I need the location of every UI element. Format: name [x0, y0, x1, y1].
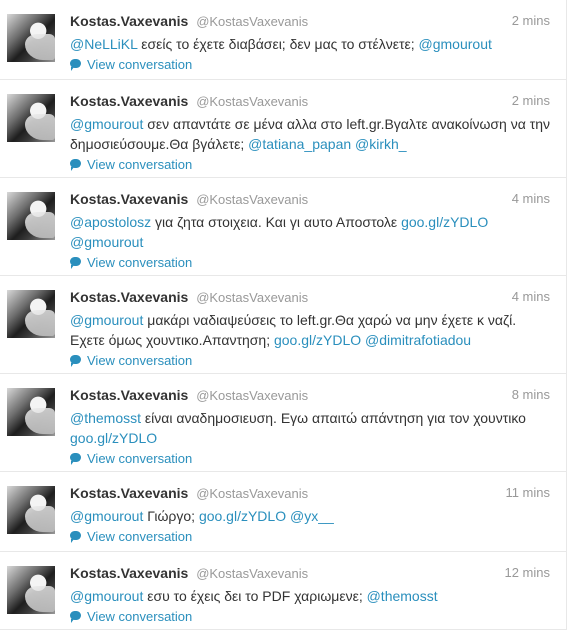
view-conversation-label[interactable]: View conversation [87, 609, 192, 624]
url-link[interactable]: goo.gl/zYDLO [274, 332, 361, 348]
avatar[interactable] [7, 14, 55, 62]
tweet-text: @gmourout εσυ το έχεις δει το PDF χαριωμ… [70, 586, 550, 606]
tweet-item[interactable]: Kostas.Vaxevanis @KostasVaxevanis 8 mins… [0, 374, 566, 472]
url-link[interactable]: goo.gl/zYDLO [199, 508, 286, 524]
view-conversation-link[interactable]: View conversation [70, 448, 550, 468]
avatar[interactable] [7, 290, 55, 338]
avatar[interactable] [7, 566, 55, 614]
tweet-header: Kostas.Vaxevanis @KostasVaxevanis 8 mins [70, 386, 550, 404]
tweet-item[interactable]: Kostas.Vaxevanis @KostasVaxevanis 4 mins… [0, 276, 566, 374]
author-username[interactable]: @KostasVaxevanis [196, 290, 308, 305]
author-username[interactable]: @KostasVaxevanis [196, 14, 308, 29]
tweet-item[interactable]: Kostas.Vaxevanis @KostasVaxevanis 2 mins… [0, 0, 566, 80]
avatar[interactable] [7, 486, 55, 534]
view-conversation-link[interactable]: View conversation [70, 154, 550, 174]
url-link[interactable]: goo.gl/zYDLO [70, 430, 157, 446]
mention-link[interactable]: @gmourout [419, 36, 492, 52]
author-fullname[interactable]: Kostas.Vaxevanis [70, 565, 188, 581]
tweet-text: @themosst είναι αναδημοσιευση. Εγω απαιτ… [70, 408, 550, 448]
tweet-header: Kostas.Vaxevanis @KostasVaxevanis 11 min… [70, 484, 550, 502]
tweet-text-segment: εσυ το έχεις δει το PDF χαριωμενε; [143, 588, 367, 604]
author-fullname[interactable]: Kostas.Vaxevanis [70, 191, 188, 207]
view-conversation-link[interactable]: View conversation [70, 252, 550, 272]
tweet-timestamp[interactable]: 2 mins [512, 92, 550, 110]
url-link[interactable]: goo.gl/zYDLO [401, 214, 488, 230]
tweet-timestamp[interactable]: 2 mins [512, 12, 550, 30]
view-conversation-label[interactable]: View conversation [87, 157, 192, 172]
mention-link[interactable]: @kirkh_ [355, 136, 407, 152]
avatar[interactable] [7, 94, 55, 142]
view-conversation-link[interactable]: View conversation [70, 54, 550, 74]
mention-link[interactable]: @NeLLiKL [70, 36, 137, 52]
conversation-bubble-icon [70, 452, 81, 465]
tweet-timestamp[interactable]: 4 mins [512, 190, 550, 208]
mention-link[interactable]: @themosst [367, 588, 438, 604]
avatar[interactable] [7, 192, 55, 240]
conversation-bubble-icon [70, 530, 81, 543]
author-username[interactable]: @KostasVaxevanis [196, 388, 308, 403]
tweet-text: @gmourout Γιώργο; goo.gl/zYDLO @yx__ [70, 506, 550, 526]
tweet-item[interactable]: Kostas.Vaxevanis @KostasVaxevanis 2 mins… [0, 80, 566, 178]
tweet-timestamp[interactable]: 11 mins [505, 484, 550, 502]
tweet-item[interactable]: Kostas.Vaxevanis @KostasVaxevanis 11 min… [0, 472, 566, 552]
mention-link[interactable]: @gmourout [70, 234, 143, 250]
tweet-text-segment: εσείς το έχετε διαβάσει; δεν μας το στέλ… [137, 36, 419, 52]
conversation-bubble-icon [70, 610, 81, 623]
author-username[interactable]: @KostasVaxevanis [196, 94, 308, 109]
author-fullname[interactable]: Kostas.Vaxevanis [70, 13, 188, 29]
view-conversation-link[interactable]: View conversation [70, 606, 550, 626]
mention-link[interactable]: @dimitrafotiadou [365, 332, 471, 348]
tweet-header: Kostas.Vaxevanis @KostasVaxevanis 2 mins [70, 92, 550, 110]
mention-link[interactable]: @gmourout [70, 116, 143, 132]
tweet-header: Kostas.Vaxevanis @KostasVaxevanis 12 min… [70, 564, 550, 582]
conversation-bubble-icon [70, 158, 81, 171]
view-conversation-label[interactable]: View conversation [87, 353, 192, 368]
mention-link[interactable]: @themosst [70, 410, 141, 426]
tweet-header: Kostas.Vaxevanis @KostasVaxevanis 2 mins [70, 12, 550, 30]
conversation-bubble-icon [70, 256, 81, 269]
tweet-header: Kostas.Vaxevanis @KostasVaxevanis 4 mins [70, 190, 550, 208]
tweet-item[interactable]: Kostas.Vaxevanis @KostasVaxevanis 4 mins… [0, 178, 566, 276]
tweet-header: Kostas.Vaxevanis @KostasVaxevanis 4 mins [70, 288, 550, 306]
conversation-bubble-icon [70, 58, 81, 71]
author-fullname[interactable]: Kostas.Vaxevanis [70, 289, 188, 305]
view-conversation-label[interactable]: View conversation [87, 255, 192, 270]
view-conversation-link[interactable]: View conversation [70, 350, 550, 370]
tweet-text: @apostolosz για ζητα στοιχεια. Και γι αυ… [70, 212, 550, 252]
tweet-timestamp[interactable]: 12 mins [504, 564, 550, 582]
tweet-timeline: Kostas.Vaxevanis @KostasVaxevanis 2 mins… [0, 0, 567, 630]
tweet-text-segment: Γιώργο; [143, 508, 199, 524]
view-conversation-link[interactable]: View conversation [70, 526, 550, 546]
tweet-text-segment: για ζητα στοιχεια. Και γι αυτο Αποστολε [151, 214, 402, 230]
avatar[interactable] [7, 388, 55, 436]
tweet-text: @NeLLiKL εσείς το έχετε διαβάσει; δεν μα… [70, 34, 550, 54]
author-username[interactable]: @KostasVaxevanis [196, 566, 308, 581]
author-username[interactable]: @KostasVaxevanis [196, 192, 308, 207]
author-fullname[interactable]: Kostas.Vaxevanis [70, 485, 188, 501]
conversation-bubble-icon [70, 354, 81, 367]
tweet-text: @gmourout μακάρι ναδιαψεύσεις το left.gr… [70, 310, 550, 350]
view-conversation-label[interactable]: View conversation [87, 529, 192, 544]
tweet-text-segment: είναι αναδημοσιευση. Εγω απαιτώ απάντηση… [141, 410, 526, 426]
mention-link[interactable]: @gmourout [70, 312, 143, 328]
author-username[interactable]: @KostasVaxevanis [196, 486, 308, 501]
tweet-timestamp[interactable]: 4 mins [512, 288, 550, 306]
mention-link[interactable]: @tatiana_papan [248, 136, 351, 152]
mention-link[interactable]: @gmourout [70, 588, 143, 604]
view-conversation-label[interactable]: View conversation [87, 451, 192, 466]
mention-link[interactable]: @gmourout [70, 508, 143, 524]
mention-link[interactable]: @yx__ [290, 508, 334, 524]
view-conversation-label[interactable]: View conversation [87, 57, 192, 72]
mention-link[interactable]: @apostolosz [70, 214, 151, 230]
tweet-item[interactable]: Kostas.Vaxevanis @KostasVaxevanis 12 min… [0, 552, 566, 630]
tweet-timestamp[interactable]: 8 mins [512, 386, 550, 404]
author-fullname[interactable]: Kostas.Vaxevanis [70, 387, 188, 403]
tweet-text: @gmourout σεν απαντάτε σε μένα αλλα στο … [70, 114, 550, 154]
author-fullname[interactable]: Kostas.Vaxevanis [70, 93, 188, 109]
